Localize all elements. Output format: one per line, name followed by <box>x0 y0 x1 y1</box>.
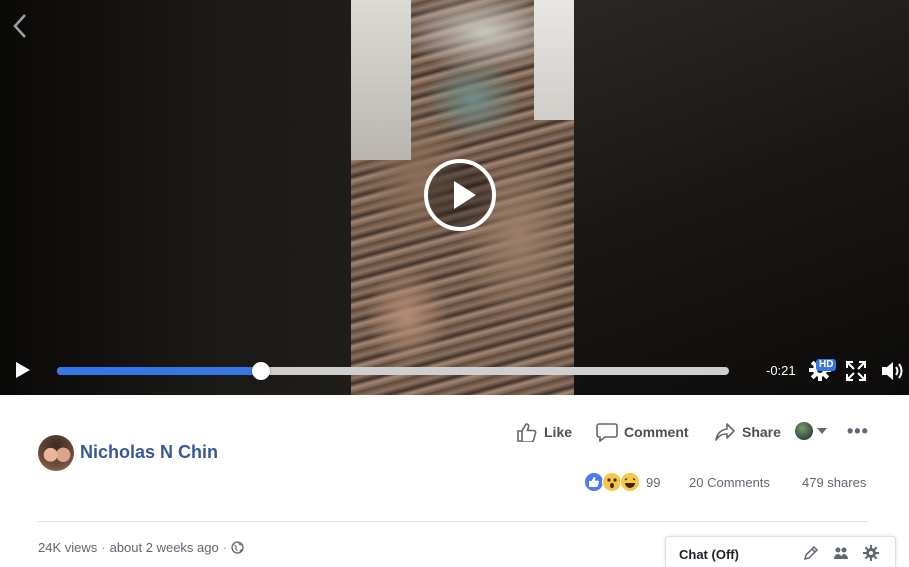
globe-icon[interactable] <box>231 541 244 554</box>
play-icon <box>454 181 476 209</box>
video-letterbox-right <box>574 0 909 395</box>
like-reaction-icon <box>584 472 604 492</box>
big-play-button[interactable] <box>424 159 496 231</box>
back-chevron-icon[interactable] <box>10 12 30 40</box>
progress-scrubber[interactable] <box>252 362 271 380</box>
frame-wall-right <box>534 0 574 120</box>
like-label: Like <box>544 424 573 440</box>
progress-fill <box>57 367 262 375</box>
video-player[interactable]: -0:21 HD <box>0 0 909 395</box>
volume-icon[interactable] <box>880 359 906 383</box>
like-button[interactable]: Like <box>516 421 572 443</box>
haha-reaction-icon <box>620 472 640 492</box>
shares-count-link[interactable]: 479 shares <box>802 475 866 490</box>
chat-bar[interactable]: Chat (Off) <box>665 536 896 567</box>
comment-label: Comment <box>624 424 689 440</box>
fullscreen-icon[interactable] <box>846 361 866 381</box>
divider <box>38 521 868 522</box>
chat-settings-gear-icon[interactable] <box>863 545 879 561</box>
comment-button[interactable]: Comment <box>596 421 689 443</box>
mini-avatar <box>795 422 813 440</box>
play-control-icon[interactable] <box>16 362 30 378</box>
share-button[interactable]: Share <box>714 421 781 443</box>
new-group-icon[interactable] <box>833 545 849 561</box>
video-progress-bar[interactable] <box>57 362 729 380</box>
reactions-summary[interactable]: 99 <box>584 472 660 492</box>
meta-separator: · <box>101 540 106 555</box>
caret-down-icon <box>817 428 827 434</box>
chat-status-label[interactable]: Chat (Off) <box>679 547 739 562</box>
compose-icon[interactable] <box>803 545 819 561</box>
share-arrow-icon <box>715 423 735 441</box>
comments-count-link[interactable]: 20 Comments <box>689 475 770 490</box>
views-count: 24K views <box>38 540 98 555</box>
author-name-link[interactable]: Nicholas N Chin <box>80 442 218 463</box>
wow-reaction-icon <box>602 472 622 492</box>
post-as-selector[interactable] <box>795 421 827 441</box>
time-ago-link[interactable]: about 2 weeks ago <box>110 540 219 555</box>
thumbs-up-icon <box>517 423 537 442</box>
post-meta: 24K views · about 2 weeks ago · <box>38 540 244 555</box>
time-remaining: -0:21 <box>766 363 796 378</box>
share-label: Share <box>742 424 781 440</box>
author-avatar[interactable] <box>38 435 74 471</box>
frame-wall-left <box>351 0 411 160</box>
comment-icon <box>596 423 618 442</box>
hd-badge: HD <box>816 359 837 371</box>
reaction-count: 99 <box>646 474 661 490</box>
more-options-icon[interactable]: ••• <box>847 421 869 442</box>
meta-separator-2: · <box>222 540 228 555</box>
